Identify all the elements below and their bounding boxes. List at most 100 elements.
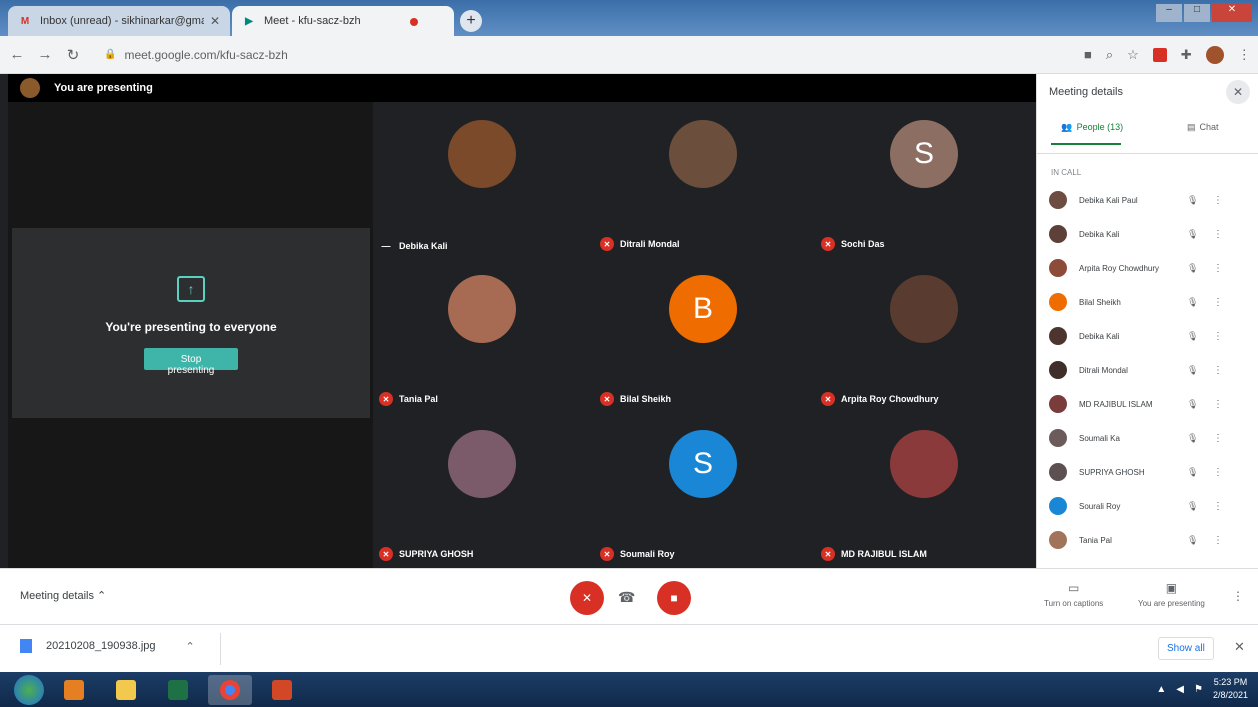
media-player-icon[interactable]	[52, 675, 96, 705]
mic-off-icon: ✕	[821, 237, 835, 251]
participant-name: Sourali Roy	[1079, 501, 1121, 511]
list-item[interactable]: Bilal Sheikh 🎙 ⋮	[1037, 285, 1258, 319]
tab-chat[interactable]: ▤ Chat	[1148, 110, 1258, 153]
participant-tile[interactable]: ✕ SUPRIYA GHOSH	[373, 412, 594, 567]
new-tab-button[interactable]: +	[460, 10, 482, 32]
list-item[interactable]: Arpita Roy Chowdhury 🎙 ⋮	[1037, 251, 1258, 285]
powerpoint-icon[interactable]	[260, 675, 304, 705]
close-icon[interactable]: ✕	[1226, 80, 1250, 104]
maximize-button[interactable]: □	[1184, 4, 1210, 22]
more-options-icon[interactable]: ⋮	[1213, 433, 1223, 444]
list-item[interactable]: Debika Kali 🎙 ⋮	[1037, 319, 1258, 353]
menu-icon[interactable]: ⋮	[1238, 47, 1251, 63]
meeting-details-panel: Meeting details ✕ 👥 People (13) ▤ Chat I…	[1036, 74, 1258, 568]
avatar	[448, 120, 516, 188]
participant-tile[interactable]: B ✕ Bilal Sheikh	[594, 257, 815, 412]
url-field[interactable]: 🔒 meet.google.com/kfu-sacz-bzh	[94, 42, 1074, 68]
mic-off-icon[interactable]: 🎙	[1187, 501, 1201, 512]
more-options-icon[interactable]: ⋮	[1213, 195, 1223, 206]
hang-up-icon[interactable]: ☎	[618, 589, 635, 606]
participant-tile[interactable]: — Debika Kali	[373, 102, 594, 257]
camera-toggle-button[interactable]: ■	[657, 581, 691, 615]
participant-tile[interactable]: ✕ MD RAJIBUL ISLAM	[815, 412, 1036, 567]
mic-off-icon[interactable]: 🎙	[1187, 433, 1201, 444]
list-item[interactable]: Soumali Ka 🎙 ⋮	[1037, 421, 1258, 455]
chat-icon: ▤	[1186, 122, 1196, 132]
mic-off-icon[interactable]: 🎙	[1187, 535, 1201, 546]
list-item[interactable]: Ditrali Mondal 🎙 ⋮	[1037, 353, 1258, 387]
stop-presenting-button[interactable]: Stop presenting	[144, 348, 238, 376]
clock[interactable]: 5:23 PM 2/8/2021	[1213, 676, 1248, 702]
mic-off-icon[interactable]: 🎙	[1187, 331, 1201, 342]
close-icon[interactable]: ✕	[1234, 639, 1245, 655]
mic-off-icon[interactable]: 🎙	[1187, 297, 1201, 308]
participant-tile[interactable]: ✕ Tania Pal	[373, 257, 594, 412]
download-item[interactable]: 20210208_190938.jpg ⌃	[20, 639, 195, 653]
list-item[interactable]: Debika Kali Paul 🎙 ⋮	[1037, 183, 1258, 217]
tab-meet[interactable]: ▶ Meet - kfu-sacz-bzh	[232, 6, 454, 36]
people-icon: 👥	[1061, 122, 1073, 132]
mic-off-icon[interactable]: 🎙	[1187, 263, 1201, 274]
mic-off-icon: ✕	[379, 392, 393, 406]
excel-icon[interactable]	[156, 675, 200, 705]
list-item[interactable]: Sourali Roy 🎙 ⋮	[1037, 489, 1258, 523]
list-item[interactable]: Debika Kali 🎙 ⋮	[1037, 217, 1258, 251]
more-options-icon[interactable]: ⋮	[1213, 331, 1223, 342]
more-options-icon[interactable]: ⋮	[1213, 365, 1223, 376]
mic-off-icon: ✕	[821, 547, 835, 561]
tab-gmail[interactable]: M Inbox (unread) - sikhinarkar@gmail.. ✕	[8, 6, 230, 36]
show-all-button[interactable]: Show all	[1158, 637, 1214, 660]
meet-stage: You are presenting ↑ You're presenting t…	[8, 74, 1036, 568]
profile-avatar[interactable]	[1205, 45, 1224, 64]
close-window-button[interactable]: ✕	[1212, 4, 1252, 22]
mic-off-icon[interactable]: 🎙	[1187, 195, 1201, 206]
meeting-details-button[interactable]: Meeting details ⌃	[20, 589, 106, 602]
mic-toggle-button[interactable]: ✕	[570, 581, 604, 615]
mic-off-icon[interactable]: 🎙	[1187, 467, 1201, 478]
more-options-icon[interactable]: ⋮	[1232, 589, 1244, 603]
present-icon: ▣	[1165, 581, 1178, 595]
mic-off-icon: ✕	[600, 547, 614, 561]
more-options-icon[interactable]: ⋮	[1213, 297, 1223, 308]
back-icon[interactable]: ←	[6, 46, 28, 63]
chevron-up-icon[interactable]: ⌃	[186, 640, 195, 653]
participant-tile[interactable]: S ✕ Soumali Roy	[594, 412, 815, 567]
reload-icon[interactable]: ↻	[62, 46, 84, 64]
participant-tile[interactable]: ✕ Arpita Roy Chowdhury	[815, 257, 1036, 412]
more-options-icon[interactable]: ⋮	[1213, 501, 1223, 512]
avatar: S	[669, 430, 737, 498]
mic-off-icon[interactable]: 🎙	[1187, 365, 1201, 376]
network-icon[interactable]: ▲	[1156, 684, 1166, 695]
participant-tile[interactable]: ✕ Ditrali Mondal	[594, 102, 815, 257]
chrome-icon[interactable]	[208, 674, 252, 705]
close-icon[interactable]: ✕	[210, 14, 220, 28]
list-item[interactable]: MD RAJIBUL ISLAM 🎙 ⋮	[1037, 387, 1258, 421]
flag-icon[interactable]: ⚑	[1194, 684, 1203, 695]
start-button[interactable]	[14, 674, 44, 705]
star-icon[interactable]: ☆	[1127, 47, 1139, 63]
mic-off-icon[interactable]: 🎙	[1187, 399, 1201, 410]
puzzle-icon[interactable]: ✚	[1181, 47, 1192, 63]
minimize-button[interactable]: –	[1156, 4, 1182, 22]
volume-icon[interactable]: ◀	[1176, 684, 1184, 695]
captions-button[interactable]: ▭ Turn on captions	[1044, 581, 1103, 608]
extension-red-icon[interactable]	[1152, 47, 1167, 62]
list-item[interactable]: SUPRIYA GHOSH 🎙 ⋮	[1037, 455, 1258, 489]
more-options-icon[interactable]: ⋮	[1213, 263, 1223, 274]
more-options-icon[interactable]: ⋮	[1213, 535, 1223, 546]
participant-name: — Debika Kali	[379, 241, 448, 251]
zoom-icon[interactable]: ⌕	[1106, 47, 1113, 63]
list-item[interactable]: Tania Pal 🎙 ⋮	[1037, 523, 1258, 557]
tab-people[interactable]: 👥 People (13)	[1037, 110, 1148, 153]
more-options-icon[interactable]: ⋮	[1213, 229, 1223, 240]
system-tray: ▲ ◀ ⚑ 5:23 PM 2/8/2021	[1156, 676, 1248, 702]
file-explorer-icon[interactable]	[104, 675, 148, 705]
more-options-icon[interactable]: ⋮	[1213, 467, 1223, 478]
address-bar: ← → ↻ 🔒 meet.google.com/kfu-sacz-bzh ■ ⌕…	[0, 36, 1258, 74]
presenting-button[interactable]: ▣ You are presenting	[1138, 581, 1205, 608]
more-options-icon[interactable]: ⋮	[1213, 399, 1223, 410]
participant-tile[interactable]: S ✕ Sochi Das	[815, 102, 1036, 257]
mic-off-icon[interactable]: 🎙	[1187, 229, 1201, 240]
camera-icon[interactable]: ■	[1084, 47, 1092, 62]
forward-icon[interactable]: →	[34, 46, 56, 63]
